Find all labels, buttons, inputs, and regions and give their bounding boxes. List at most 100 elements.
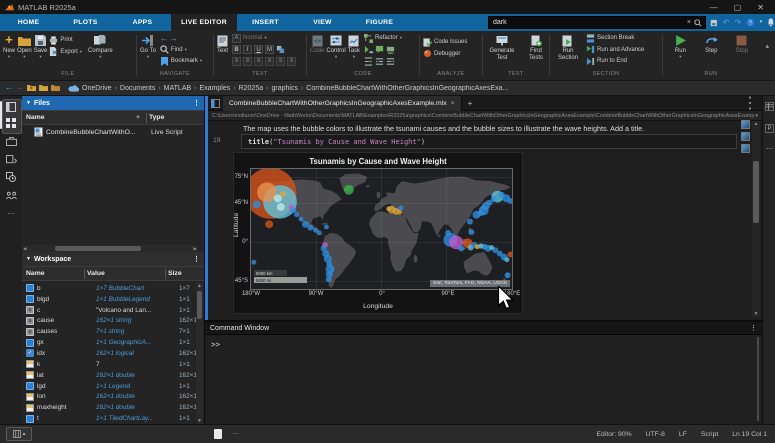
- tab-plots[interactable]: PLOTS: [57, 14, 114, 31]
- search-input[interactable]: [489, 19, 684, 26]
- tab-apps[interactable]: APPS: [114, 14, 171, 31]
- files-horizontal-scrollbar[interactable]: ◀ ▶: [22, 245, 198, 252]
- comment-icon[interactable]: [375, 45, 384, 54]
- status-more-icon[interactable]: ⋯: [232, 430, 239, 438]
- profiler-panel-icon[interactable]: P: [765, 124, 774, 133]
- figure-output[interactable]: Tsunamis by Cause and Wave Height Latitu…: [233, 152, 523, 314]
- workspace-row[interactable]: acauses7×1 string7×1: [22, 326, 198, 337]
- code-line[interactable]: title("Tsunamis by Cause and Wave Height…: [241, 134, 737, 149]
- text-style-icon[interactable]: A: [232, 34, 241, 43]
- save-icon[interactable]: [710, 19, 718, 27]
- indent-icon[interactable]: ≡: [287, 57, 296, 66]
- clear-search-icon[interactable]: ×: [684, 19, 694, 26]
- status-file-type[interactable]: Script: [701, 431, 718, 438]
- forward-arrow-icon[interactable]: →: [170, 34, 178, 43]
- workspace-vertical-scrollbar[interactable]: ▲ ▼: [196, 283, 203, 424]
- ws-col-value[interactable]: Value: [87, 270, 163, 277]
- command-window-header[interactable]: Command Window ⋮: [205, 322, 762, 335]
- collapse-toolstrip-icon[interactable]: ▴: [765, 43, 769, 50]
- uncomment-icon[interactable]: [386, 45, 395, 54]
- files-panel-header[interactable]: ▼ Files ⋮: [22, 96, 204, 110]
- apps-grid-icon[interactable]: [4, 116, 18, 130]
- align-left-icon[interactable]: ≡: [254, 57, 263, 66]
- new-button[interactable]: + New▾: [3, 33, 15, 59]
- minimize-button[interactable]: —: [710, 3, 718, 12]
- output-thumbnail-icon[interactable]: [741, 144, 750, 153]
- refactor-button[interactable]: Refactor▾: [364, 33, 402, 44]
- close-tab-icon[interactable]: ×: [451, 100, 455, 107]
- scroll-left-icon[interactable]: ◀: [22, 246, 27, 252]
- workspace-row[interactable]: gx1×1 GeographicA...1×1: [22, 337, 198, 348]
- geographic-axes[interactable]: 75°N 45°N 0° 45°S 180°W 90°W 0° 90°E 180…: [250, 168, 513, 290]
- workspace-row[interactable]: t1×1 TiledChartLay...1×1: [22, 413, 198, 424]
- run-button[interactable]: Run▾: [674, 33, 687, 59]
- output-thumbnail-icon[interactable]: [741, 120, 750, 129]
- align-right-icon[interactable]: ≡: [276, 57, 285, 66]
- smart-indent-icon[interactable]: [364, 57, 373, 66]
- workspace-row[interactable]: k71×1: [22, 359, 198, 370]
- path-caret-icon[interactable]: ▾: [755, 113, 758, 119]
- documentation-search[interactable]: ×: [488, 16, 706, 29]
- open-button[interactable]: Open▾: [17, 33, 32, 59]
- document-status-icon[interactable]: [214, 429, 222, 439]
- more-panels-icon[interactable]: ⋯: [4, 206, 18, 220]
- scroll-up-icon[interactable]: ▲: [197, 283, 202, 289]
- breadcrumb-item[interactable]: Documents: [120, 85, 155, 92]
- compare-button[interactable]: Compare▾: [88, 33, 113, 59]
- details-panel-icon[interactable]: [765, 102, 774, 111]
- debugger-button[interactable]: Debugger: [423, 49, 467, 60]
- tab-home[interactable]: HOME: [0, 14, 57, 31]
- save-button[interactable]: Save▾: [34, 33, 48, 59]
- bookmark-button[interactable]: Bookmark▾: [160, 56, 202, 67]
- status-cursor-position[interactable]: Ln 19 Col 1: [732, 431, 767, 438]
- wrap-comments-icon[interactable]: [364, 45, 373, 54]
- output-thumbnail-icon[interactable]: [741, 132, 750, 141]
- tabbar-menu-icon[interactable]: ⋮: [742, 93, 762, 113]
- workspace-row[interactable]: blgd1×1 BubbleLegend1×1: [22, 294, 198, 305]
- indent-left-icon[interactable]: [386, 57, 395, 66]
- status-zoom[interactable]: Editor: 90%: [597, 431, 632, 438]
- more-tools-icon[interactable]: ⋯: [765, 144, 774, 153]
- workspace-row[interactable]: maxheight162×1 double162×1: [22, 402, 198, 413]
- workspace-row[interactable]: b1×7 BubbleChart1×7: [22, 283, 198, 294]
- scroll-right-icon[interactable]: ▶: [193, 246, 198, 252]
- tab-live-editor[interactable]: LIVE EDITOR: [171, 14, 237, 31]
- section-break-button[interactable]: Section Break: [586, 33, 644, 44]
- workspace-row[interactable]: ac"Volcano and Lan...1×1: [22, 305, 198, 316]
- undo-icon[interactable]: ↶: [723, 19, 730, 27]
- files-menu-icon[interactable]: ⋮: [193, 99, 200, 107]
- files-col-type[interactable]: Type: [149, 114, 204, 121]
- help-icon[interactable]: ?: [746, 18, 755, 27]
- ws-col-size[interactable]: Size: [168, 270, 182, 277]
- redo-icon[interactable]: ↷: [734, 19, 741, 27]
- folder-browse-icon[interactable]: [51, 84, 60, 92]
- code-button[interactable]: <> Code: [310, 33, 324, 55]
- run-to-end-button[interactable]: Run to End: [586, 56, 644, 67]
- editor-tab-active[interactable]: CombineBubbleChartWithOtherGraphicsInGeo…: [223, 96, 462, 111]
- scrollbar-thumb[interactable]: [753, 161, 759, 223]
- workspace-row[interactable]: lat162×1 double162×1: [22, 370, 198, 381]
- toolbox-icon[interactable]: [4, 134, 18, 148]
- command-prompt[interactable]: >>: [211, 340, 220, 349]
- indent-right-icon[interactable]: [375, 57, 384, 66]
- notifications-bell-icon[interactable]: [767, 18, 775, 27]
- nav-back-icon[interactable]: ←: [5, 84, 13, 92]
- run-section-button[interactable]: Run Section: [553, 33, 583, 62]
- file-row[interactable]: CombineBubbleChartWithO... Live Script: [22, 125, 204, 139]
- search-icon[interactable]: [694, 19, 702, 27]
- ws-col-name[interactable]: Name: [22, 270, 82, 277]
- export-button[interactable]: Export▾: [49, 47, 82, 58]
- monospace-button[interactable]: M: [265, 45, 274, 54]
- sort-add-icon[interactable]: +: [136, 114, 140, 121]
- tab-view[interactable]: VIEW: [294, 14, 351, 31]
- nav-forward-icon[interactable]: →: [16, 84, 24, 92]
- style-dropdown[interactable]: Normal: [243, 35, 262, 41]
- breadcrumb-item[interactable]: MATLAB: [164, 85, 192, 92]
- breadcrumb-item[interactable]: graphics: [271, 85, 297, 92]
- workspace-panel-icon[interactable]: [4, 153, 18, 167]
- bulleted-list-icon[interactable]: ≡: [232, 57, 241, 66]
- workspace-menu-icon[interactable]: ⋮: [193, 255, 200, 263]
- scrollbar-thumb[interactable]: [197, 291, 202, 319]
- tab-insert[interactable]: INSERT: [237, 14, 294, 31]
- maximize-button[interactable]: ▢: [734, 3, 742, 12]
